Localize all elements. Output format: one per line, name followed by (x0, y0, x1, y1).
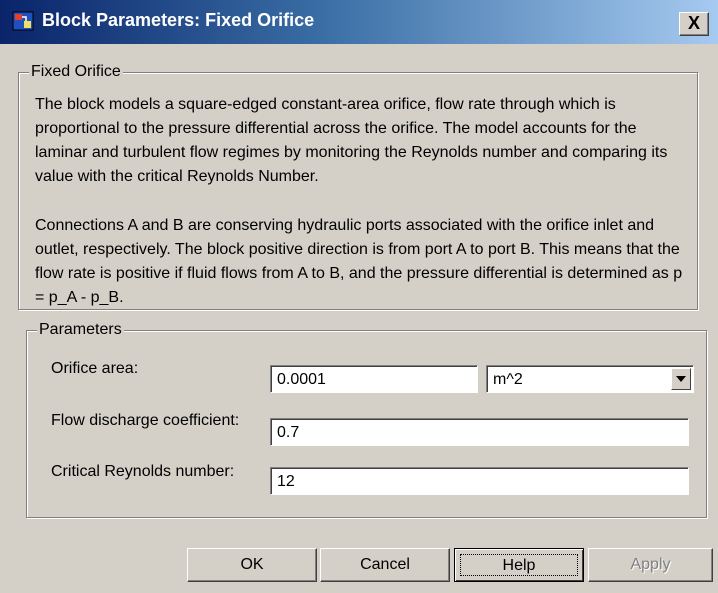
simulink-block-icon[interactable] (12, 9, 36, 33)
critical-reynolds-label: Critical Reynolds number: (51, 463, 235, 480)
title-bar: Block Parameters: Fixed Orifice X (0, 0, 718, 44)
orifice-area-label: Orifice area: (51, 360, 139, 377)
description-paragraph-2: Connections A and B are conserving hydra… (35, 217, 683, 306)
orifice-area-unit-value: m^2 (493, 371, 523, 388)
critical-reynolds-value: 12 (277, 473, 295, 490)
cancel-button[interactable]: Cancel (320, 548, 450, 582)
description-paragraph-1: The block models a square-edged constant… (35, 96, 668, 185)
discharge-coefficient-input[interactable]: 0.7 (270, 418, 689, 446)
description-group-title: Fixed Orifice (29, 62, 123, 82)
ok-button[interactable]: OK (187, 548, 317, 582)
critical-reynolds-input[interactable]: 12 (270, 467, 689, 495)
close-button[interactable]: X (679, 12, 709, 36)
discharge-coefficient-value: 0.7 (277, 424, 300, 441)
help-button-label: Help (460, 554, 578, 576)
parameters-group-title: Parameters (37, 320, 124, 340)
description-group: Fixed Orifice The block models a square-… (18, 62, 698, 310)
apply-button[interactable]: Apply (588, 548, 713, 582)
parameters-group: Parameters Orifice area: 0.0001 m^2 Flow… (26, 320, 707, 518)
window-title: Block Parameters: Fixed Orifice (42, 10, 315, 30)
help-button[interactable]: Help (454, 548, 584, 582)
orifice-area-input[interactable]: 0.0001 (270, 365, 478, 393)
orifice-area-unit-select[interactable]: m^2 (486, 365, 694, 393)
chevron-down-icon[interactable] (671, 368, 691, 390)
orifice-area-value: 0.0001 (277, 371, 326, 388)
discharge-coefficient-label: Flow discharge coefficient: (51, 412, 240, 429)
